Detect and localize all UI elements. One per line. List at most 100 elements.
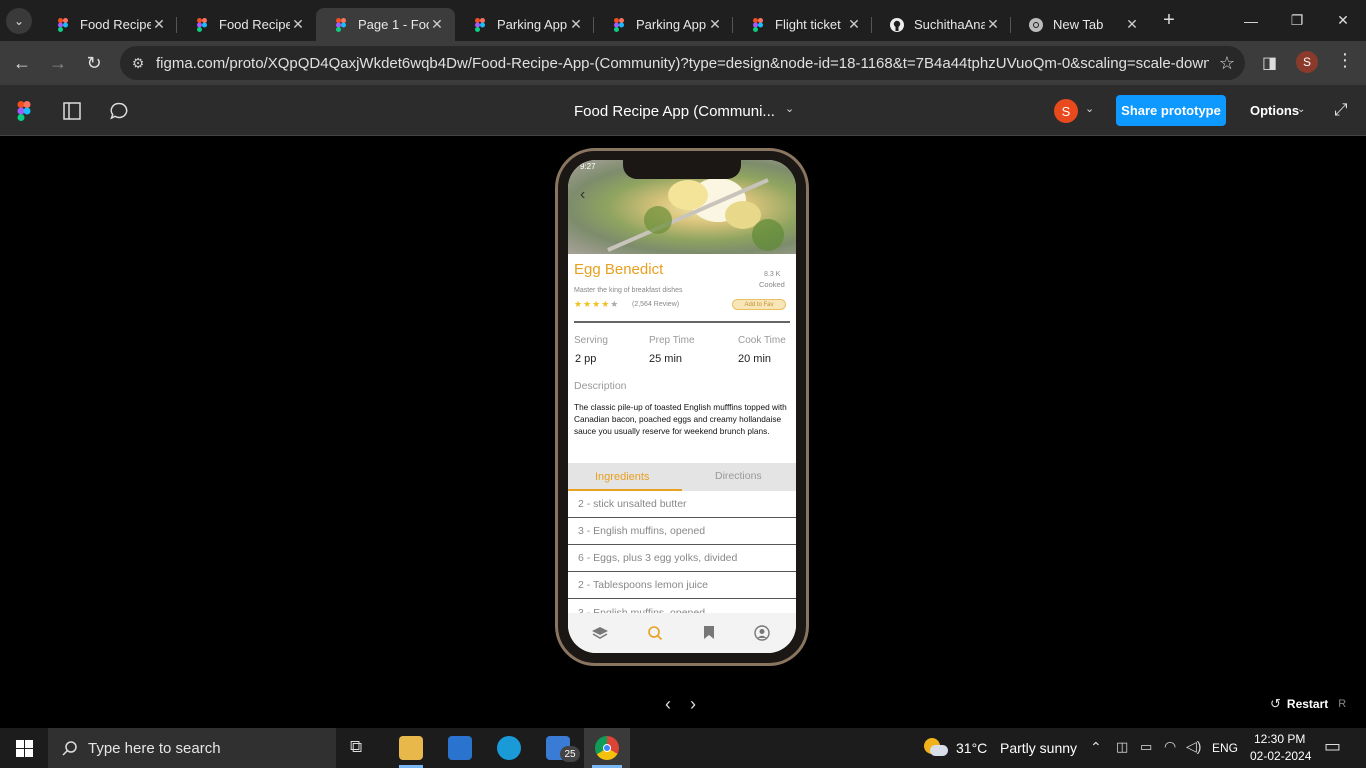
- close-icon[interactable]: ✕: [429, 16, 445, 33]
- back-icon[interactable]: ←: [4, 53, 40, 74]
- tab-title: Parking App: [636, 17, 707, 32]
- chevron-down-icon[interactable]: ⌄: [1085, 102, 1094, 115]
- close-icon[interactable]: ✕: [846, 16, 862, 33]
- ingredient-item: 6 - Eggs, plus 3 egg yolks, divided: [568, 545, 796, 572]
- github-icon: [890, 17, 904, 32]
- clock-time[interactable]: 12:30 PM: [1254, 732, 1305, 746]
- cook-time-label: Cook Time: [738, 335, 786, 346]
- mail-badge: 25: [560, 746, 580, 762]
- meet-now-icon[interactable]: ◫: [1116, 739, 1128, 755]
- bottom-nav: [568, 613, 796, 653]
- window-controls: — ❐ ✕: [1228, 0, 1366, 41]
- tab-title: Page 1 - Food Recipe App: [358, 17, 429, 32]
- previous-frame-icon[interactable]: ‹: [665, 694, 671, 715]
- ingredient-tabs: Ingredients Directions: [568, 463, 796, 491]
- chevron-up-icon[interactable]: ⌃: [1090, 739, 1102, 756]
- bookmark-star-icon[interactable]: ☆: [1209, 53, 1245, 74]
- profile-icon[interactable]: [754, 625, 770, 641]
- close-icon[interactable]: ✕: [1124, 16, 1140, 33]
- share-prototype-button[interactable]: Share prototype: [1116, 95, 1226, 126]
- restart-shortcut: R: [1338, 698, 1347, 710]
- tab-title: Parking App: [497, 17, 568, 32]
- search-icon[interactable]: [647, 625, 663, 641]
- comment-icon[interactable]: [110, 102, 129, 120]
- file-title[interactable]: Food Recipe App (Communi...: [574, 103, 775, 120]
- clock-date[interactable]: 02-02-2024: [1250, 749, 1311, 763]
- reload-icon[interactable]: ↻: [76, 53, 112, 74]
- task-view-icon[interactable]: ⧉: [350, 737, 362, 757]
- browser-tab[interactable]: New Tab ✕: [1011, 8, 1150, 41]
- next-frame-icon[interactable]: ›: [690, 694, 696, 715]
- close-icon[interactable]: ✕: [568, 16, 584, 33]
- ingredient-item: 2 - stick unsalted butter: [568, 491, 796, 518]
- browser-tab[interactable]: SuchithaAnand ✕: [872, 8, 1011, 41]
- forward-icon[interactable]: →: [40, 53, 76, 74]
- restore-icon[interactable]: ❐: [1274, 0, 1320, 41]
- chrome-icon: [1029, 17, 1043, 32]
- tab-ingredients[interactable]: Ingredients: [595, 471, 649, 483]
- close-icon[interactable]: ✕: [707, 16, 723, 33]
- profile-avatar[interactable]: S: [1296, 51, 1318, 73]
- file-explorer-icon[interactable]: [399, 736, 423, 760]
- volume-icon[interactable]: ◁): [1186, 738, 1201, 755]
- windows-start-icon[interactable]: [16, 740, 33, 757]
- close-icon[interactable]: ✕: [985, 16, 1001, 33]
- windows-taskbar: Type here to search ⧉ 25 31°C Partly sun…: [0, 728, 1366, 768]
- browser-tab[interactable]: Flight ticket ✕: [733, 8, 872, 41]
- side-panel-icon[interactable]: ◨: [1262, 53, 1277, 73]
- phone-notch: [623, 157, 741, 179]
- description-label: Description: [574, 380, 627, 392]
- edge-icon[interactable]: [497, 736, 521, 760]
- cooked-count: 8.3 K: [764, 271, 781, 278]
- star-rating: ★★★★★: [574, 299, 619, 310]
- language-indicator[interactable]: ENG: [1212, 741, 1238, 755]
- sidebar-toggle-icon[interactable]: [63, 102, 81, 120]
- close-icon[interactable]: ✕: [290, 16, 306, 33]
- restart-label: Restart: [1286, 697, 1329, 711]
- options-button[interactable]: Options: [1250, 103, 1299, 118]
- serving-label: Serving: [574, 335, 608, 346]
- cook-time-value: 20 min: [738, 353, 772, 365]
- tab-search-button[interactable]: ⌄: [6, 7, 32, 34]
- figma-icon: [336, 17, 346, 32]
- bookmark-icon[interactable]: [703, 625, 715, 640]
- browser-tab[interactable]: Food Recipe App (Community) ✕: [177, 8, 316, 41]
- close-window-icon[interactable]: ✕: [1320, 0, 1366, 41]
- search-placeholder: Type here to search: [88, 739, 221, 757]
- wifi-icon[interactable]: ◠: [1164, 738, 1176, 755]
- chrome-taskbar-item[interactable]: [584, 728, 630, 768]
- recipe-title: Egg Benedict: [574, 261, 664, 278]
- omnibox[interactable]: ⚙ figma.com/proto/XQpQD4QaxjWkdet6wqb4Dw…: [120, 46, 1245, 80]
- restart-icon: ↺: [1270, 696, 1281, 711]
- browser-tab[interactable]: Food Recipe App (Community) ✕: [38, 8, 177, 41]
- site-info-icon[interactable]: ⚙: [120, 55, 156, 72]
- close-icon[interactable]: ✕: [151, 16, 167, 33]
- user-avatar[interactable]: S: [1054, 99, 1078, 123]
- new-tab-button[interactable]: +: [1154, 9, 1184, 32]
- figma-logo-icon[interactable]: [17, 101, 31, 121]
- microsoft-store-icon[interactable]: [448, 736, 472, 760]
- add-to-fav-button[interactable]: Add to Fav: [732, 299, 786, 310]
- weather-icon[interactable]: [924, 736, 948, 760]
- status-time: 9:27: [580, 162, 596, 171]
- restart-button[interactable]: ↺ Restart R: [1270, 696, 1346, 712]
- battery-icon[interactable]: ▭: [1140, 739, 1152, 755]
- tab-directions[interactable]: Directions: [715, 470, 762, 482]
- chrome-center: [603, 744, 611, 752]
- back-arrow-icon[interactable]: ‹: [580, 186, 585, 204]
- chevron-down-icon[interactable]: ⌄: [1297, 104, 1305, 115]
- url-text[interactable]: figma.com/proto/XQpQD4QaxjWkdet6wqb4Dw/F…: [156, 55, 1209, 72]
- layers-icon[interactable]: [591, 626, 609, 640]
- taskbar-search[interactable]: Type here to search: [48, 728, 336, 768]
- browser-tab[interactable]: Parking App ✕: [455, 8, 594, 41]
- chevron-down-icon[interactable]: ⌄: [785, 102, 794, 115]
- notifications-icon[interactable]: ▭: [1324, 736, 1341, 757]
- menu-kebab-icon[interactable]: ⋮: [1336, 50, 1354, 71]
- figma-icon: [197, 17, 207, 32]
- browser-tab-active[interactable]: Page 1 - Food Recipe App ✕: [316, 8, 455, 41]
- fullscreen-icon[interactable]: ⤢: [1334, 100, 1348, 120]
- browser-tab[interactable]: Parking App ✕: [594, 8, 733, 41]
- recipe-subtitle: Master the king of breakfast dishes: [574, 287, 683, 294]
- search-icon: [62, 741, 77, 756]
- minimize-icon[interactable]: —: [1228, 0, 1274, 41]
